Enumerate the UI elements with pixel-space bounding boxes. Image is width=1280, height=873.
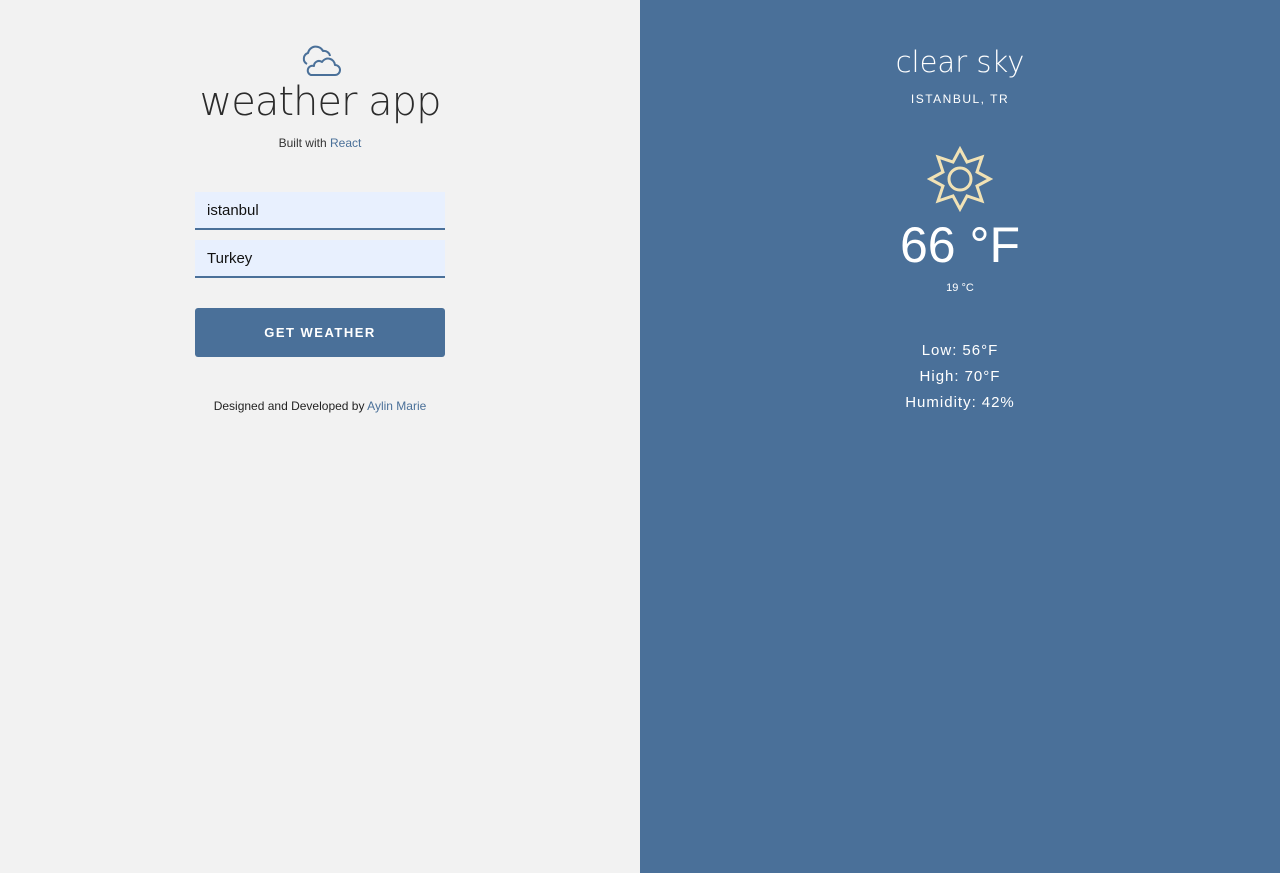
- sun-icon: [927, 146, 993, 212]
- country-input[interactable]: [195, 240, 445, 278]
- cloud-icon: [302, 45, 341, 76]
- city-input[interactable]: [195, 192, 445, 230]
- author-link[interactable]: Aylin Marie: [367, 399, 426, 413]
- low-label: Low:: [921, 342, 958, 359]
- built-with: Built with React: [279, 136, 362, 150]
- humidity-label: Humidity:: [905, 394, 977, 411]
- weather-stats: Low: 56°F High: 70°F Humidity: 42%: [905, 338, 1015, 416]
- get-weather-button[interactable]: GET WEATHER: [195, 308, 445, 357]
- app-title: weather app: [199, 79, 442, 125]
- built-with-text: Built with: [278, 136, 327, 150]
- temperature-fahrenheit: 66 °F: [899, 217, 1021, 273]
- credit-text: Designed and Developed by: [213, 399, 365, 413]
- weather-panel: clear sky ISTANBUL, TR 66 °F 19 °C Low: …: [640, 0, 1280, 873]
- high-label: High:: [919, 368, 960, 385]
- weather-condition: clear sky: [895, 45, 1025, 79]
- low-value: 56°F: [962, 342, 999, 359]
- humidity: Humidity: 42%: [905, 390, 1015, 416]
- humidity-value: 42%: [981, 394, 1015, 411]
- temperature-celsius: 19 °C: [946, 282, 974, 294]
- high-temp: High: 70°F: [920, 364, 1001, 390]
- search-panel: weather app Built with React GET WEATHER…: [0, 0, 640, 873]
- weather-location: ISTANBUL, TR: [910, 92, 1010, 106]
- search-form: GET WEATHER: [195, 192, 445, 357]
- credit: Designed and Developed by Aylin Marie: [214, 399, 427, 413]
- react-link[interactable]: React: [330, 136, 361, 150]
- high-value: 70°F: [964, 368, 1001, 385]
- low-temp: Low: 56°F: [922, 338, 999, 364]
